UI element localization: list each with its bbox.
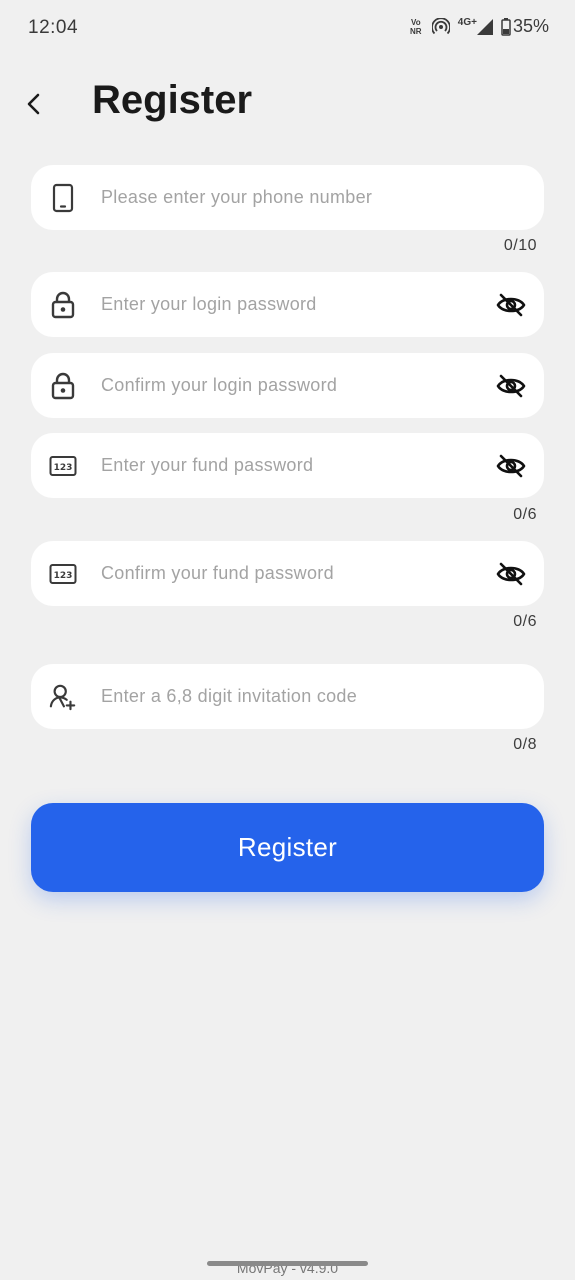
register-button[interactable]: Register: [31, 803, 544, 892]
lock-icon: [49, 371, 77, 401]
login-password-field[interactable]: [31, 272, 544, 337]
add-user-icon: [49, 682, 77, 712]
eye-off-icon[interactable]: [496, 562, 526, 586]
phone-icon: [49, 183, 77, 213]
confirm-fund-password-counter: 0/6: [513, 613, 537, 630]
status-time: 12:04: [28, 17, 79, 38]
phone-field[interactable]: [31, 165, 544, 230]
fund-password-field[interactable]: 123: [31, 433, 544, 498]
phone-counter: 0/10: [503, 237, 537, 254]
eye-off-icon[interactable]: [496, 293, 526, 317]
confirm-login-password-field[interactable]: [31, 353, 544, 418]
home-indicator[interactable]: [207, 1261, 368, 1266]
svg-text:123: 123: [54, 571, 73, 581]
status-bar: 12:04 Vo NR 4G+ 35%: [0, 0, 575, 58]
confirm-login-password-input[interactable]: [101, 353, 481, 418]
network-type: 4G+: [457, 17, 477, 28]
invitation-code-counter: 0/8: [513, 736, 537, 753]
fund-password-counter: 0/6: [513, 506, 537, 523]
login-password-input[interactable]: [101, 272, 481, 337]
fund-password-input[interactable]: [101, 433, 481, 498]
battery-icon: [501, 17, 511, 36]
chevron-left-icon: [27, 93, 40, 115]
battery-percent: 35%: [512, 16, 549, 36]
numeric-123-icon: 123: [49, 559, 77, 589]
eye-off-icon[interactable]: [496, 454, 526, 478]
eye-off-icon[interactable]: [496, 374, 526, 398]
svg-text:123: 123: [54, 463, 73, 473]
phone-input[interactable]: [101, 165, 481, 230]
page-title: Register: [92, 78, 253, 122]
confirm-fund-password-input[interactable]: [101, 541, 481, 606]
volte-indicator: Vo NR: [410, 17, 422, 36]
invitation-code-field[interactable]: [31, 664, 544, 729]
invitation-code-input[interactable]: [101, 664, 481, 729]
back-button[interactable]: [18, 86, 50, 122]
numeric-123-icon: 123: [49, 451, 77, 481]
status-icons: Vo NR 4G+ 35%: [408, 16, 549, 37]
signal-icon: [476, 18, 493, 35]
hotspot-icon: [431, 17, 450, 34]
lock-icon: [49, 290, 77, 320]
confirm-fund-password-field[interactable]: 123: [31, 541, 544, 606]
